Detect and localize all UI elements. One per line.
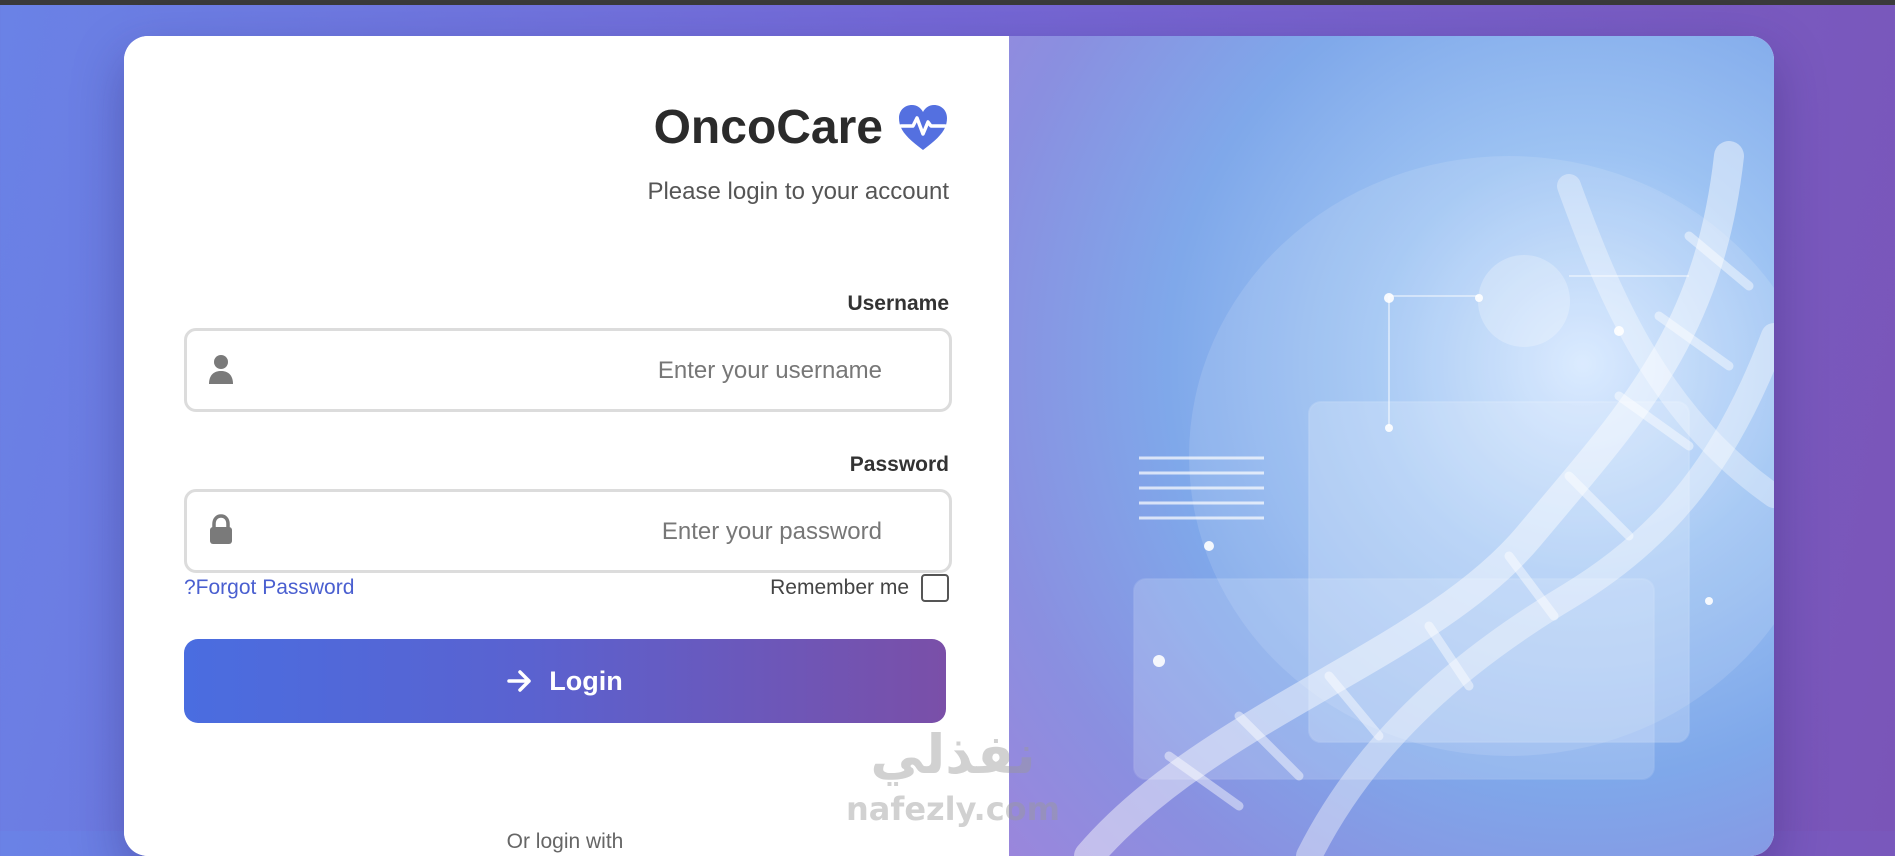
username-input[interactable] — [247, 331, 884, 411]
username-field-container — [184, 328, 952, 412]
forgot-password-link[interactable]: ?Forgot Password — [184, 576, 354, 600]
app-logo: OncoCare — [654, 100, 949, 155]
login-button-label: Login — [549, 665, 623, 696]
login-subtitle: Please login to your account — [647, 178, 949, 205]
remember-me-checkbox[interactable] — [921, 574, 949, 602]
dna-illustration — [1074, 141, 1774, 856]
app-title: OncoCare — [653, 101, 883, 154]
remember-me-label: Remember me — [770, 576, 909, 599]
arrow-right-icon — [507, 670, 531, 692]
password-input[interactable] — [247, 492, 884, 572]
watermark-latin-text: nafezly.com — [846, 790, 1060, 828]
hero-image-panel — [1009, 36, 1774, 856]
password-field-container — [184, 489, 952, 573]
lock-icon — [210, 514, 232, 544]
remember-me[interactable]: Remember me — [770, 574, 949, 602]
alt-login-text: Or login with — [506, 830, 624, 853]
password-label: Password — [849, 453, 949, 476]
window-top-bar — [0, 0, 1895, 5]
heart-pulse-icon — [899, 104, 947, 150]
watermark-logo: نفذلي nafezly.com — [846, 723, 1060, 828]
user-icon — [209, 355, 233, 384]
username-label: Username — [847, 292, 949, 315]
watermark-arabic-text: نفذلي — [870, 723, 1035, 786]
login-button[interactable]: Login — [184, 639, 946, 723]
